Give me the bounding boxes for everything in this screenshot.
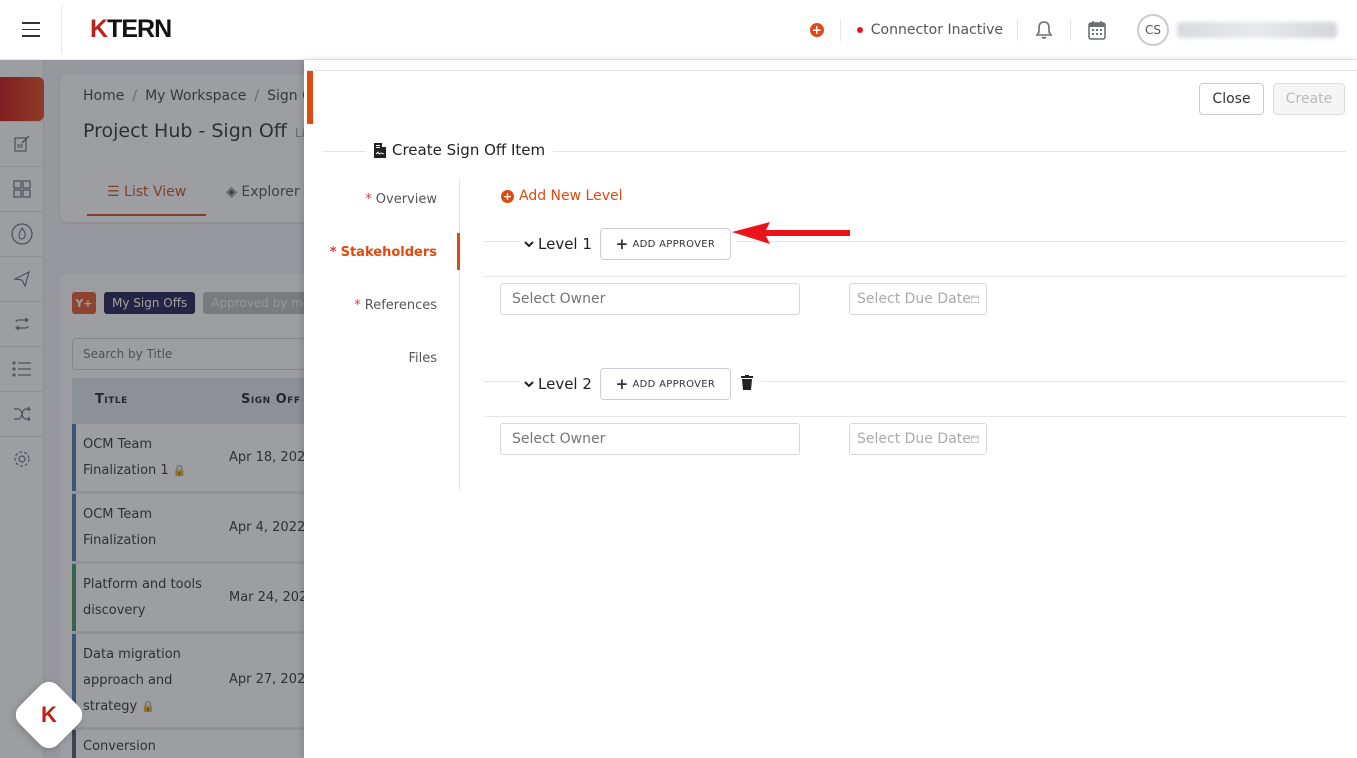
add-new-level-button[interactable]: + Add New Level <box>501 188 623 204</box>
select-due-date-input[interactable]: Select Due Date <box>849 423 987 455</box>
connector-status-label: Connector Inactive <box>870 22 1003 38</box>
add-circle-icon[interactable]: + <box>809 23 824 37</box>
step-stakeholders[interactable]: * Stakeholders <box>330 245 437 260</box>
step-label: Files <box>408 351 437 366</box>
add-new-level-label: Add New Level <box>519 188 623 204</box>
chevron-down-icon <box>524 380 534 387</box>
modal-backdrop[interactable] <box>0 60 304 758</box>
add-approver-button[interactable]: + ADD APPROVER <box>599 368 731 400</box>
trash-icon <box>740 374 753 390</box>
ktern-k-icon: K <box>41 701 57 727</box>
divider <box>839 19 841 41</box>
chevron-down-icon <box>524 240 534 247</box>
step-label: References <box>364 298 437 313</box>
step-label: Overview <box>375 192 437 207</box>
divider <box>484 276 1346 277</box>
step-overview[interactable]: * Overview <box>365 192 437 207</box>
level-label: Level 2 <box>538 375 592 393</box>
wizard-steps: * Overview * Stakeholders * References File… <box>304 180 460 490</box>
status-dot-icon <box>856 27 863 33</box>
plus-icon: + <box>615 235 629 253</box>
due-date-placeholder: Select Due Date <box>857 291 971 307</box>
bell-icon[interactable] <box>1018 20 1070 40</box>
close-button[interactable]: Close <box>1199 83 1264 115</box>
calendar-icon[interactable] <box>970 433 979 445</box>
create-button[interactable]: Create <box>1273 83 1345 115</box>
add-approver-button[interactable]: + ADD APPROVER <box>599 228 731 260</box>
ktern-logo[interactable]: K TERN <box>90 15 172 44</box>
step-references[interactable]: * References <box>354 298 437 313</box>
active-step-indicator <box>457 233 460 270</box>
section-title: Create Sign Off Item <box>366 141 554 159</box>
required-asterisk: * <box>329 245 337 260</box>
calendar-icon[interactable] <box>1071 20 1123 40</box>
menu-icon[interactable] <box>0 5 62 54</box>
due-date-placeholder: Select Due Date <box>857 431 971 447</box>
user-name-blurred[interactable] <box>1177 22 1337 38</box>
step-label: Stakeholders <box>340 245 437 260</box>
select-owner-input[interactable] <box>500 423 800 455</box>
divider <box>484 416 1346 417</box>
required-asterisk: * <box>354 298 361 313</box>
select-due-date-input[interactable]: Select Due Date <box>849 283 987 315</box>
level-1-toggle[interactable]: Level 1 <box>524 235 592 253</box>
connector-status: Connector Inactive <box>856 22 1003 38</box>
create-sign-off-panel: Close Create Create Sign Off Item * Overv… <box>304 60 1357 758</box>
delete-level-button[interactable] <box>740 374 757 394</box>
add-circle-icon: + <box>501 189 514 203</box>
add-approver-label: ADD APPROVER <box>632 238 716 250</box>
level-2-toggle[interactable]: Level 2 <box>524 375 592 393</box>
annotation-arrow-icon <box>732 222 850 244</box>
document-signature-icon <box>374 142 386 158</box>
panel-accent-bar <box>307 71 313 124</box>
calendar-icon[interactable] <box>970 293 979 305</box>
divider <box>304 70 1357 71</box>
level-label: Level 1 <box>538 235 592 253</box>
required-asterisk: * <box>365 192 372 207</box>
section-title-text: Create Sign Off Item <box>392 141 546 159</box>
select-owner-input[interactable] <box>500 283 800 315</box>
user-avatar[interactable]: CS <box>1137 14 1169 46</box>
top-header: K TERN + Connector Inactive CS <box>0 0 1357 60</box>
add-approver-label: ADD APPROVER <box>632 378 716 390</box>
plus-icon: + <box>615 375 629 393</box>
step-files[interactable]: Files <box>408 351 437 366</box>
